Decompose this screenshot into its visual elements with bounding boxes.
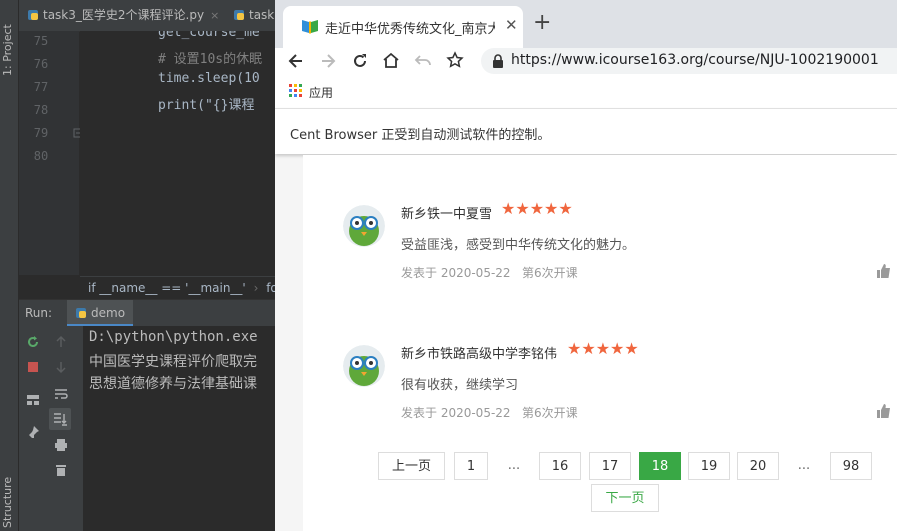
back-icon[interactable] xyxy=(287,52,305,70)
infobar-message: Cent Browser 正受到自动测试软件的控制。 xyxy=(290,128,551,143)
breadcrumb-item[interactable]: if __name__ == '__main__' xyxy=(88,281,246,295)
review-text: 很有收获，继续学习 xyxy=(401,378,519,393)
console-line: D:\python\python.exe xyxy=(89,329,258,345)
review-text: 受益匪浅，感受到中华传统文化的魅力。 xyxy=(401,238,636,253)
close-icon[interactable]: ✕ xyxy=(505,16,518,34)
browser-toolbar: https://www.icourse163.org/course/NJU-10… xyxy=(275,48,897,78)
review-item: 新乡市铁路高级中学李铭伟 ★★★★★ 很有收获，继续学习 发表于 2020-05… xyxy=(303,330,897,450)
home-icon[interactable] xyxy=(382,51,400,69)
python-file-icon xyxy=(234,10,244,20)
line-number: 76 xyxy=(33,57,49,71)
run-tab-demo[interactable]: demo xyxy=(67,300,134,326)
scroll-up-icon[interactable] xyxy=(53,334,69,350)
line-number: 78 xyxy=(33,103,49,117)
page-button-current[interactable]: 18 xyxy=(639,452,681,480)
breadcrumb-separator-icon: › xyxy=(253,281,259,295)
forward-icon[interactable] xyxy=(319,52,337,70)
console-line: 思想道德修养与法律基础课 xyxy=(89,376,257,392)
pin-icon[interactable] xyxy=(25,424,41,440)
scroll-down-icon[interactable] xyxy=(53,359,69,375)
next-page-button[interactable]: 下一页 xyxy=(591,484,659,512)
code-line-comment: # 设置10s的休眠 xyxy=(158,52,263,67)
review-date: 发表于 2020-05-22 xyxy=(401,266,511,280)
line-number: 79 xyxy=(33,126,49,140)
apps-bookmark[interactable]: 应用 xyxy=(309,84,333,101)
avatar[interactable] xyxy=(343,345,385,387)
code-line: time.sleep(10 xyxy=(158,71,260,86)
review-date: 发表于 2020-05-22 xyxy=(401,406,511,420)
page-button-20[interactable]: 20 xyxy=(737,452,779,480)
editor-tab-second[interactable]: task xyxy=(233,0,274,31)
layout-icon[interactable] xyxy=(25,392,41,408)
run-label: Run: xyxy=(25,306,53,320)
page-button-98[interactable]: 98 xyxy=(830,452,872,480)
editor-tab-task3[interactable]: task3_医学史2个课程评论.py × xyxy=(27,0,219,31)
bookmark-star-icon[interactable] xyxy=(446,51,464,69)
rerun-icon[interactable] xyxy=(25,334,41,350)
line-number: 77 xyxy=(33,80,49,94)
apps-grid-icon[interactable] xyxy=(289,84,302,97)
python-file-icon xyxy=(28,10,38,20)
like-icon[interactable] xyxy=(877,404,891,418)
page-button-19[interactable]: 19 xyxy=(688,452,730,480)
address-url: https://www.icourse163.org/course/NJU-10… xyxy=(511,52,879,68)
bookmarks-bar: 应用 xyxy=(275,78,897,108)
project-tool-tab[interactable]: 1: Project xyxy=(1,6,17,76)
stop-icon[interactable] xyxy=(25,359,41,375)
page-content: 新乡铁一中夏雪 ★★★★★ 受益匪浅，感受到中华传统文化的魅力。 发表于 202… xyxy=(303,155,897,531)
reviewer-name[interactable]: 新乡铁一中夏雪 xyxy=(401,203,492,222)
ide-tool-strip: 1: Project Structure xyxy=(0,0,19,531)
code-breadcrumb: if __name__ == '__main__' › for xyxy=(80,276,283,299)
page-ellipsis: ... xyxy=(499,452,529,480)
trash-icon[interactable] xyxy=(53,462,69,478)
python-run-icon xyxy=(76,308,86,318)
address-bar[interactable]: https://www.icourse163.org/course/NJU-10… xyxy=(481,48,897,74)
page-button-16[interactable]: 16 xyxy=(539,452,581,480)
code-editor[interactable]: get_course_me # 设置10s的休眠 time.sleep(10 p… xyxy=(80,31,275,275)
print-icon[interactable] xyxy=(53,437,69,453)
code-line: print("{}课程 xyxy=(158,98,255,113)
like-icon[interactable] xyxy=(877,264,891,278)
browser-tab-strip: 走近中华优秀传统文化_南京大学 ✕ + xyxy=(275,0,897,48)
rating-stars: ★★★★★ xyxy=(501,199,573,218)
browser-tab-title: 走近中华优秀传统文化_南京大学 xyxy=(325,22,495,37)
editor-tab-bar: task3_医学史2个课程评论.py × task xyxy=(19,0,275,32)
undo-close-tab-icon[interactable] xyxy=(414,53,432,69)
review-item: 新乡铁一中夏雪 ★★★★★ 受益匪浅，感受到中华传统文化的魅力。 发表于 202… xyxy=(303,190,897,310)
review-session: 第6次开课 xyxy=(522,406,578,420)
scroll-to-end-toggle[interactable] xyxy=(49,408,71,430)
editor-tab-label: task3_医学史2个课程评论.py xyxy=(43,8,205,22)
review-session: 第6次开课 xyxy=(522,266,578,280)
close-icon[interactable]: × xyxy=(210,9,219,22)
avatar-owl-icon xyxy=(343,205,385,247)
line-number: 80 xyxy=(33,149,49,163)
structure-tool-tab[interactable]: Structure xyxy=(1,460,17,528)
run-toolbar xyxy=(19,326,83,531)
page-ellipsis: ... xyxy=(789,452,819,480)
reload-icon[interactable] xyxy=(351,52,369,70)
prev-page-button[interactable]: 上一页 xyxy=(378,452,445,480)
new-tab-button[interactable]: + xyxy=(533,10,551,35)
soft-wrap-icon[interactable] xyxy=(53,386,69,402)
code-line: get_course_me xyxy=(158,31,260,40)
automation-infobar: Cent Browser 正受到自动测试软件的控制。 xyxy=(275,108,897,154)
page-button-1[interactable]: 1 xyxy=(454,452,488,480)
avatar[interactable] xyxy=(343,205,385,247)
reviewer-name[interactable]: 新乡市铁路高级中学李铭伟 xyxy=(401,343,557,362)
run-console[interactable]: D:\python\python.exe 中国医学史课程评价爬取完 思想道德修养… xyxy=(83,326,275,531)
avatar-owl-icon xyxy=(343,345,385,387)
browser-window: 走近中华优秀传统文化_南京大学 ✕ + https://www.icourse1… xyxy=(275,0,897,531)
page-button-17[interactable]: 17 xyxy=(589,452,631,480)
line-number: 75 xyxy=(33,34,49,48)
lock-icon[interactable] xyxy=(492,54,504,68)
run-tab-label: demo xyxy=(91,306,126,320)
rating-stars: ★★★★★ xyxy=(567,339,639,358)
scroll-to-end-icon xyxy=(54,413,67,426)
editor-tab-label: task xyxy=(249,8,275,22)
mooc-favicon-icon xyxy=(302,20,318,34)
browser-tab-active[interactable]: 走近中华优秀传统文化_南京大学 ✕ xyxy=(283,6,523,48)
console-line: 中国医学史课程评价爬取完 xyxy=(89,354,257,370)
run-panel-header: Run: demo xyxy=(19,299,275,326)
line-number-gutter: 75 76 77 78 79 80 xyxy=(19,31,83,275)
